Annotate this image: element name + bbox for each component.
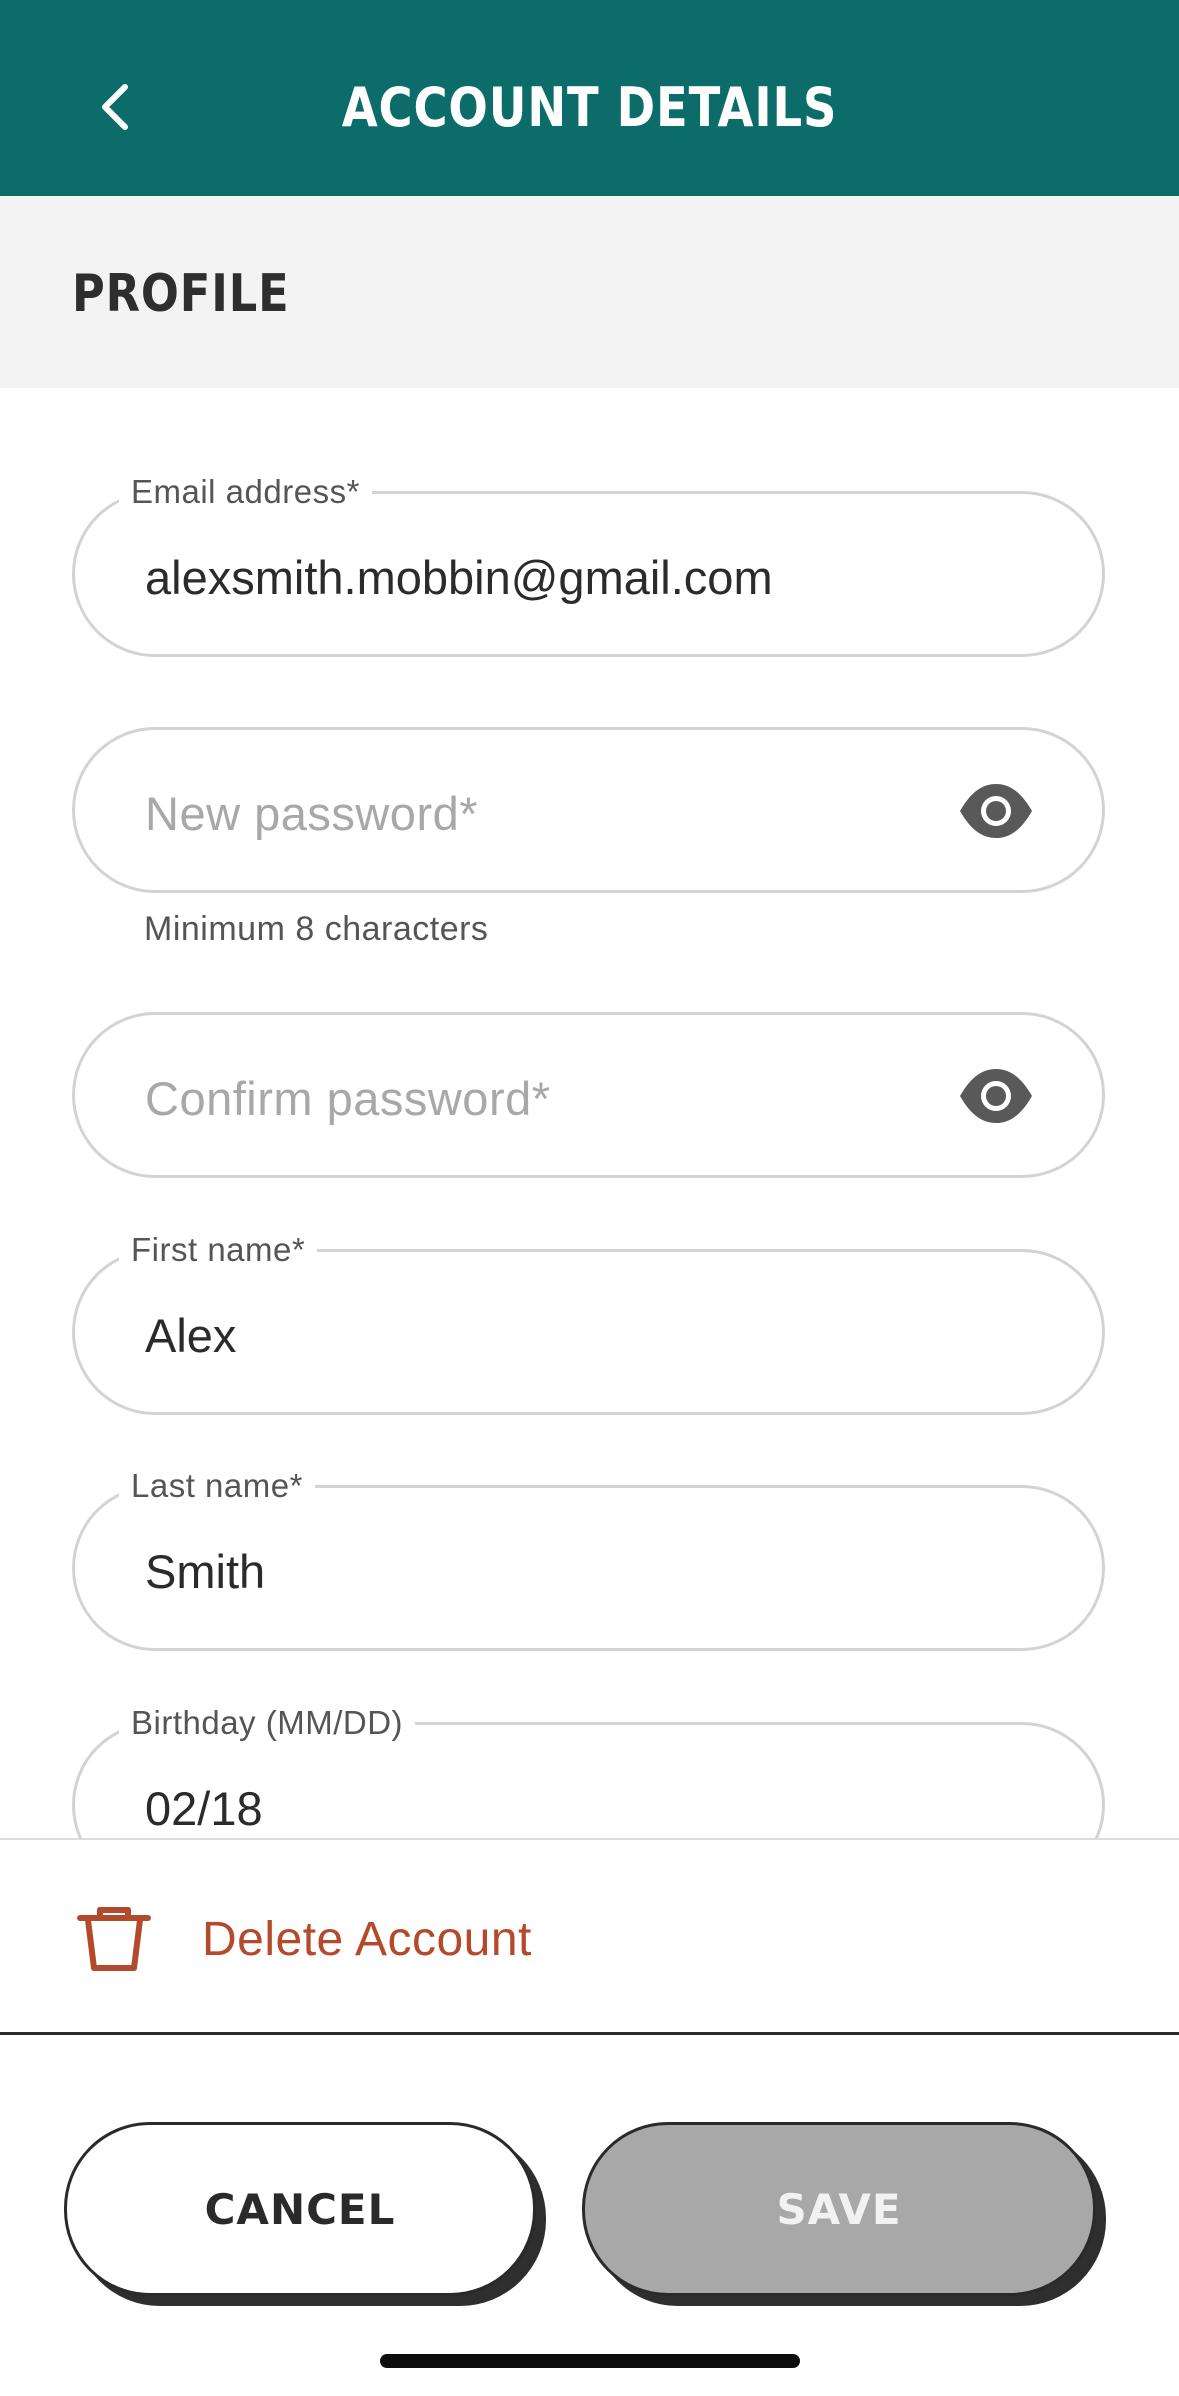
new-password-field[interactable]: New password* — [72, 727, 1105, 893]
profile-form: Email address* alexsmith.mobbin@gmail.co… — [0, 388, 1179, 1838]
email-field-value[interactable]: alexsmith.mobbin@gmail.com — [145, 550, 773, 606]
birthday-field[interactable]: Birthday (MM/DD) 02/18 — [72, 1703, 1105, 1838]
last-name-field[interactable]: Last name* Smith — [72, 1466, 1105, 1651]
delete-account-label: Delete Account — [202, 1913, 532, 1966]
email-field[interactable]: Email address* alexsmith.mobbin@gmail.co… — [72, 472, 1105, 657]
last-name-field-value[interactable]: Smith — [145, 1544, 265, 1600]
eye-icon[interactable] — [956, 780, 1036, 842]
profile-section-header: PROFILE — [0, 196, 1179, 388]
delete-account-button[interactable]: Delete Account — [0, 1838, 1179, 2034]
birthday-field-value[interactable]: 02/18 — [145, 1781, 263, 1837]
confirm-password-field[interactable]: Confirm password* — [72, 1012, 1105, 1178]
save-button[interactable]: SAVE — [582, 2122, 1096, 2296]
last-name-field-label: Last name* — [119, 1466, 315, 1506]
first-name-field-label: First name* — [119, 1230, 318, 1270]
confirm-password-placeholder[interactable]: Confirm password* — [145, 1071, 551, 1127]
cancel-button[interactable]: CANCEL — [64, 2122, 536, 2296]
home-indicator[interactable] — [380, 2354, 800, 2368]
password-helper-text: Minimum 8 characters — [144, 910, 489, 948]
save-button-wrap: SAVE — [582, 2122, 1106, 2306]
cancel-button-wrap: CANCEL — [64, 2122, 546, 2306]
first-name-field[interactable]: First name* Alex — [72, 1230, 1105, 1415]
footer-divider — [0, 2032, 1179, 2035]
first-name-field-value[interactable]: Alex — [145, 1308, 236, 1364]
eye-icon[interactable] — [956, 1065, 1036, 1127]
email-field-label: Email address* — [119, 472, 372, 512]
trash-icon — [77, 1907, 151, 1971]
app-header: ACCOUNT DETAILS — [0, 0, 1179, 196]
page-title: ACCOUNT DETAILS — [341, 76, 838, 139]
section-title: PROFILE — [72, 264, 290, 324]
birthday-field-label: Birthday (MM/DD) — [119, 1703, 416, 1743]
new-password-placeholder[interactable]: New password* — [145, 786, 478, 842]
